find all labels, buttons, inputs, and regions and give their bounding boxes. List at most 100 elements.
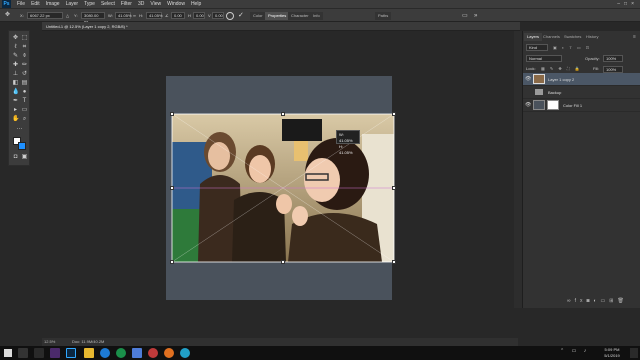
blend-mode-select[interactable]: Normal [526,55,562,62]
tab-character[interactable]: Character [288,12,312,20]
menu-filter[interactable]: Filter [118,0,135,8]
healing-brush-tool-icon[interactable]: ✚ [12,62,19,69]
clock[interactable]: 5:09 PM 5/1/2019 [598,347,626,359]
path-selection-tool-icon[interactable]: ▸ [12,107,19,114]
file-explorer-icon[interactable] [84,348,94,358]
y-position-field[interactable]: 3080.00 px [81,12,105,24]
transform-handle-bottom-left[interactable] [170,260,174,264]
fill-field[interactable]: 100% [603,66,623,73]
close-icon[interactable]: × [631,1,638,7]
transform-handle-top[interactable] [281,112,285,116]
visibility-eye-icon[interactable]: 👁 [525,99,531,112]
reference-icon[interactable]: △ [66,9,69,23]
angle-field[interactable]: 0.00 [171,12,185,19]
link-icon[interactable]: ∞ [133,9,136,23]
adjustment-icon[interactable]: ◐ [594,298,601,304]
transform-handle-right[interactable] [392,186,396,190]
hand-tool-icon[interactable]: ✋ [12,116,19,123]
marquee-tool-icon[interactable]: ⬚ [21,35,28,42]
menu-select[interactable]: Select [98,0,118,8]
zoom-tool-icon[interactable]: ⌕ [21,116,28,123]
system-tray[interactable]: ⌃ ▭ ♪ [560,348,589,354]
notifications-icon[interactable] [630,348,638,358]
cancel-transform-icon[interactable] [226,12,234,20]
transform-handle-top-left[interactable] [170,112,174,116]
eraser-tool-icon[interactable]: ◧ [12,80,19,87]
menu-layer[interactable]: Layer [63,0,82,8]
height-field[interactable]: 41.05% [146,12,163,19]
panel-menu-icon[interactable]: ≡ [633,33,636,41]
clone-stamp-tool-icon[interactable]: ⊥ [12,71,19,78]
lock-icons[interactable]: ▦ ✎ ✥ ⛶ 🔒 [541,65,582,73]
edge-icon[interactable] [100,348,110,358]
visibility-empty-icon[interactable] [525,86,531,99]
more-tools-icon[interactable]: … [16,125,23,132]
brush-tool-icon[interactable]: ✏ [21,62,28,69]
document-tab[interactable]: Untitled-1 @ 12.5% (Layer 1 copy 2, RGB/… [42,22,520,31]
menu-help[interactable]: Help [188,0,204,8]
x-position-field[interactable]: 6067.22 px [27,12,63,19]
blur-tool-icon[interactable]: 💧 [12,89,19,96]
task-view-icon[interactable] [34,348,44,358]
workspace-icon[interactable]: ▭ [462,9,468,23]
transform-handle-bottom[interactable] [281,260,285,264]
move-tool-icon[interactable]: ✥ [12,35,19,42]
transform-bounding-box[interactable] [160,100,410,275]
app-icon-2[interactable] [132,348,142,358]
quick-select-tool-icon[interactable]: ✎ [12,53,19,60]
delete-layer-icon[interactable]: 🗑 [617,298,627,304]
layer-row-layer-1-copy-2[interactable]: 👁 Layer 1 copy 2 [523,73,640,86]
screen-mode-icon[interactable]: ▣ [21,154,28,161]
tab-channels[interactable]: Channels [540,33,563,41]
tab-swatches[interactable]: Swatches [561,33,584,41]
pen-tool-icon[interactable]: ✒ [12,98,19,105]
menu-type[interactable]: Type [81,0,98,8]
menu-image[interactable]: Image [43,0,63,8]
h-skew-field[interactable]: 0.00 [193,12,205,19]
tab-history[interactable]: History [583,33,601,41]
tab-paths[interactable]: Paths [375,12,392,20]
v-skew-field[interactable]: 0.00 [212,12,224,19]
gradient-tool-icon[interactable]: ▤ [21,80,28,87]
foreground-color-swatch[interactable] [18,142,26,150]
tab-properties[interactable]: Properties [265,12,290,20]
dodge-tool-icon[interactable]: ● [21,89,28,96]
crop-tool-icon[interactable]: ⌗ [21,44,28,51]
start-icon[interactable] [4,349,12,357]
type-tool-icon[interactable]: T [21,98,28,105]
menu-3d[interactable]: 3D [135,0,147,8]
rectangle-tool-icon[interactable]: ▭ [21,107,28,114]
layer-row-backup[interactable]: Backup [523,86,640,99]
firefox-icon[interactable] [164,348,174,358]
layer-filter-icons[interactable]: ▣ ◐ T ▭ ⊡ [553,44,591,52]
menu-view[interactable]: View [147,0,164,8]
tab-info[interactable]: Info [310,12,323,20]
lasso-tool-icon[interactable]: ℓ [12,44,19,51]
new-group-icon[interactable]: ▭ [601,298,610,304]
add-mask-icon[interactable]: ◙ [586,298,593,304]
collapse-panels-icon[interactable]: » [474,9,477,23]
layer-row-color-fill-1[interactable]: 👁 Color Fill 1 [523,99,640,112]
search-icon[interactable] [18,348,28,358]
move-tool-preset-icon[interactable]: ✥ [4,12,11,19]
zoom-level[interactable]: 12.5% [44,338,55,346]
link-layers-icon[interactable]: ∞ [567,298,575,304]
app-icon-3[interactable] [148,348,158,358]
eyedropper-tool-icon[interactable]: ⌽ [21,53,28,60]
menu-edit[interactable]: Edit [28,0,43,8]
layer-filter-kind[interactable]: Kind [526,44,548,51]
commit-transform-icon[interactable]: ✓ [238,9,244,23]
history-brush-tool-icon[interactable]: ↺ [21,71,28,78]
chrome-icon[interactable] [116,348,126,358]
app-icon[interactable] [50,348,60,358]
fx-icon[interactable]: fx [575,298,587,304]
app-icon-4[interactable] [180,348,190,358]
tab-color[interactable]: Color [250,12,266,20]
photoshop-taskbar-icon[interactable] [66,348,76,358]
transform-handle-bottom-right[interactable] [392,260,396,264]
visibility-eye-icon[interactable]: 👁 [525,73,531,86]
menu-window[interactable]: Window [164,0,188,8]
menu-file[interactable]: File [14,0,28,8]
transform-handle-top-right[interactable] [392,112,396,116]
transform-handle-left[interactable] [170,186,174,190]
